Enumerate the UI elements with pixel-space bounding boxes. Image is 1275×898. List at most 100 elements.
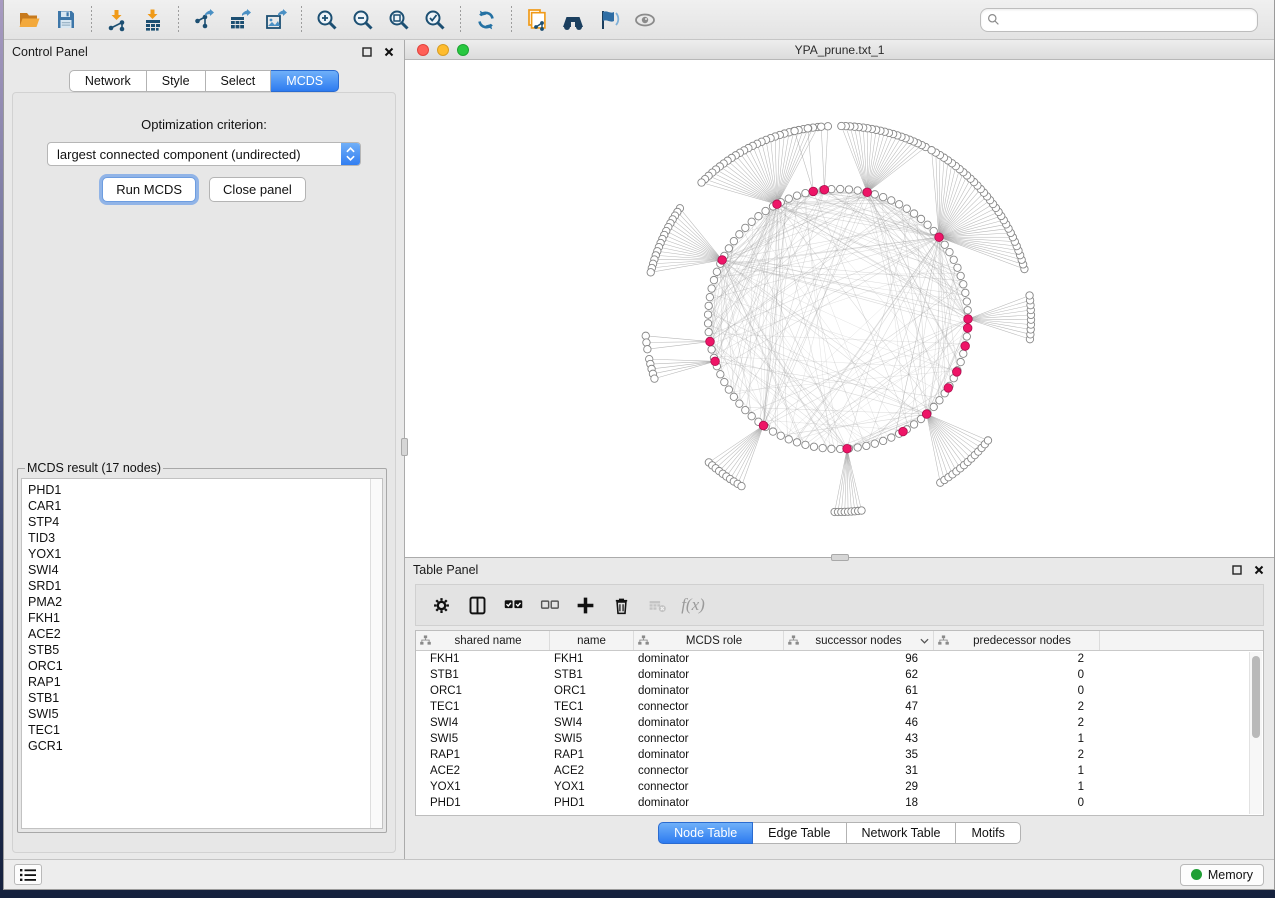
deselect-all-icon — [539, 595, 560, 616]
mcds-result-item[interactable]: CAR1 — [28, 498, 370, 514]
column-header-filler — [1100, 631, 1249, 650]
mcds-result-item[interactable]: YOX1 — [28, 546, 370, 562]
tab-network-table[interactable]: Network Table — [847, 822, 957, 844]
table-row[interactable]: TEC1TEC1connector472 — [416, 699, 1263, 715]
mcds-panel: Optimization criterion: largest connecte… — [12, 92, 396, 853]
close-panel-icon[interactable] — [382, 45, 396, 59]
select-all-button[interactable] — [496, 589, 530, 621]
tab-mcds[interactable]: MCDS — [271, 70, 339, 92]
table-row[interactable]: FKH1FKH1dominator962 — [416, 651, 1263, 667]
select-all-icon — [503, 595, 524, 616]
search-input[interactable] — [1004, 13, 1251, 27]
right-area: YPA_prune.txt_1 Table Panel — [405, 40, 1274, 859]
cell-MCDS-role: dominator — [634, 717, 784, 729]
cell-name: RAP1 — [550, 749, 634, 761]
network-canvas[interactable] — [405, 60, 1274, 557]
tab-edge-table[interactable]: Edge Table — [753, 822, 846, 844]
table-row[interactable]: YOX1YOX1connector291 — [416, 779, 1263, 795]
column-header-name[interactable]: name — [550, 631, 634, 650]
table-row[interactable]: ACE2ACE2connector311 — [416, 763, 1263, 779]
column-header-predecessor-nodes[interactable]: predecessor nodes — [934, 631, 1100, 650]
float-table-panel-icon[interactable] — [1230, 563, 1244, 577]
network-from-selection-button[interactable] — [521, 4, 553, 36]
tab-style[interactable]: Style — [147, 70, 206, 92]
mcds-list-scrollbar[interactable] — [370, 479, 382, 828]
mcds-result-item[interactable]: RAP1 — [28, 674, 370, 690]
split-pane-handle-vertical[interactable] — [401, 438, 408, 456]
table-scrollbar[interactable] — [1249, 652, 1262, 814]
open-folder-icon — [18, 8, 42, 32]
status-bar: Memory — [4, 859, 1274, 889]
table-row[interactable]: ORC1ORC1dominator610 — [416, 683, 1263, 699]
mcds-result-item[interactable]: TEC1 — [28, 722, 370, 738]
criterion-select[interactable]: largest connected component (undirected) — [47, 142, 361, 166]
run-mcds-button[interactable]: Run MCDS — [102, 177, 196, 202]
tab-network[interactable]: Network — [69, 70, 147, 92]
scrollbar-thumb[interactable] — [1252, 656, 1260, 738]
export-table-button[interactable] — [224, 4, 256, 36]
search-field[interactable] — [980, 8, 1258, 32]
deselect-all-button[interactable] — [532, 589, 566, 621]
column-header-MCDS-role[interactable]: MCDS role — [634, 631, 784, 650]
mcds-result-item[interactable]: STP4 — [28, 514, 370, 530]
network-column-icon — [938, 635, 949, 646]
import-network-button[interactable] — [101, 4, 133, 36]
export-image-button[interactable] — [260, 4, 292, 36]
mcds-result-item[interactable]: STB5 — [28, 642, 370, 658]
table-row[interactable]: STB1STB1dominator620 — [416, 667, 1263, 683]
hide-selected-button[interactable] — [593, 4, 625, 36]
float-panel-icon[interactable] — [360, 45, 374, 59]
column-header-shared-name[interactable]: shared name — [416, 631, 550, 650]
zoom-in-button[interactable] — [311, 4, 343, 36]
tab-node-table[interactable]: Node Table — [658, 822, 753, 844]
mcds-result-item[interactable]: SWI5 — [28, 706, 370, 722]
show-eye-button[interactable] — [629, 4, 661, 36]
mcds-result-item[interactable]: PMA2 — [28, 594, 370, 610]
zoom-fit-button[interactable] — [383, 4, 415, 36]
memory-button[interactable]: Memory — [1180, 864, 1264, 886]
mcds-result-item[interactable]: GCR1 — [28, 738, 370, 754]
cell-MCDS-role: connector — [634, 765, 784, 777]
refresh-button[interactable] — [470, 4, 502, 36]
gear-button[interactable] — [424, 589, 458, 621]
list-icon — [20, 869, 36, 881]
table-row[interactable]: PHD1PHD1dominator180 — [416, 795, 1263, 811]
tab-motifs[interactable]: Motifs — [956, 822, 1020, 844]
task-history-button[interactable] — [14, 864, 42, 885]
zoom-out-button[interactable] — [347, 4, 379, 36]
cell-MCDS-role: connector — [634, 701, 784, 713]
table-row[interactable]: RAP1RAP1dominator352 — [416, 747, 1263, 763]
mcds-result-item[interactable]: ORC1 — [28, 658, 370, 674]
delete-column-button[interactable] — [604, 589, 638, 621]
network-column-icon — [788, 635, 799, 646]
search-binoculars-button[interactable] — [557, 4, 589, 36]
cell-shared-name: SWI4 — [416, 717, 550, 729]
column-layout-button[interactable] — [460, 589, 494, 621]
mcds-result-item[interactable]: SWI4 — [28, 562, 370, 578]
open-folder-button[interactable] — [14, 4, 46, 36]
save-button[interactable] — [50, 4, 82, 36]
table-row[interactable]: SWI4SWI4dominator462 — [416, 715, 1263, 731]
mcds-result-item[interactable]: STB1 — [28, 690, 370, 706]
import-table-button[interactable] — [137, 4, 169, 36]
mcds-result-item[interactable]: ACE2 — [28, 626, 370, 642]
column-header-successor-nodes[interactable]: successor nodes — [784, 631, 934, 650]
close-table-panel-icon[interactable] — [1252, 563, 1266, 577]
mcds-result-item[interactable]: PHD1 — [28, 482, 370, 498]
toolbar-separator — [301, 6, 302, 34]
mcds-result-item[interactable]: TID3 — [28, 530, 370, 546]
split-pane-handle-horizontal[interactable] — [831, 554, 849, 561]
tab-select[interactable]: Select — [206, 70, 272, 92]
mcds-result-item[interactable]: SRD1 — [28, 578, 370, 594]
mcds-result-list: PHD1CAR1STP4TID3YOX1SWI4SRD1PMA2FKH1ACE2… — [22, 479, 370, 828]
export-network-button[interactable] — [188, 4, 220, 36]
cell-name: PHD1 — [550, 797, 634, 809]
add-column-button[interactable] — [568, 589, 602, 621]
network-window-titlebar: YPA_prune.txt_1 — [405, 40, 1274, 60]
close-panel-button[interactable]: Close panel — [209, 177, 306, 202]
memory-label: Memory — [1208, 868, 1253, 882]
import-table-icon — [141, 8, 165, 32]
mcds-result-item[interactable]: FKH1 — [28, 610, 370, 626]
zoom-selected-button[interactable] — [419, 4, 451, 36]
table-row[interactable]: SWI5SWI5connector431 — [416, 731, 1263, 747]
